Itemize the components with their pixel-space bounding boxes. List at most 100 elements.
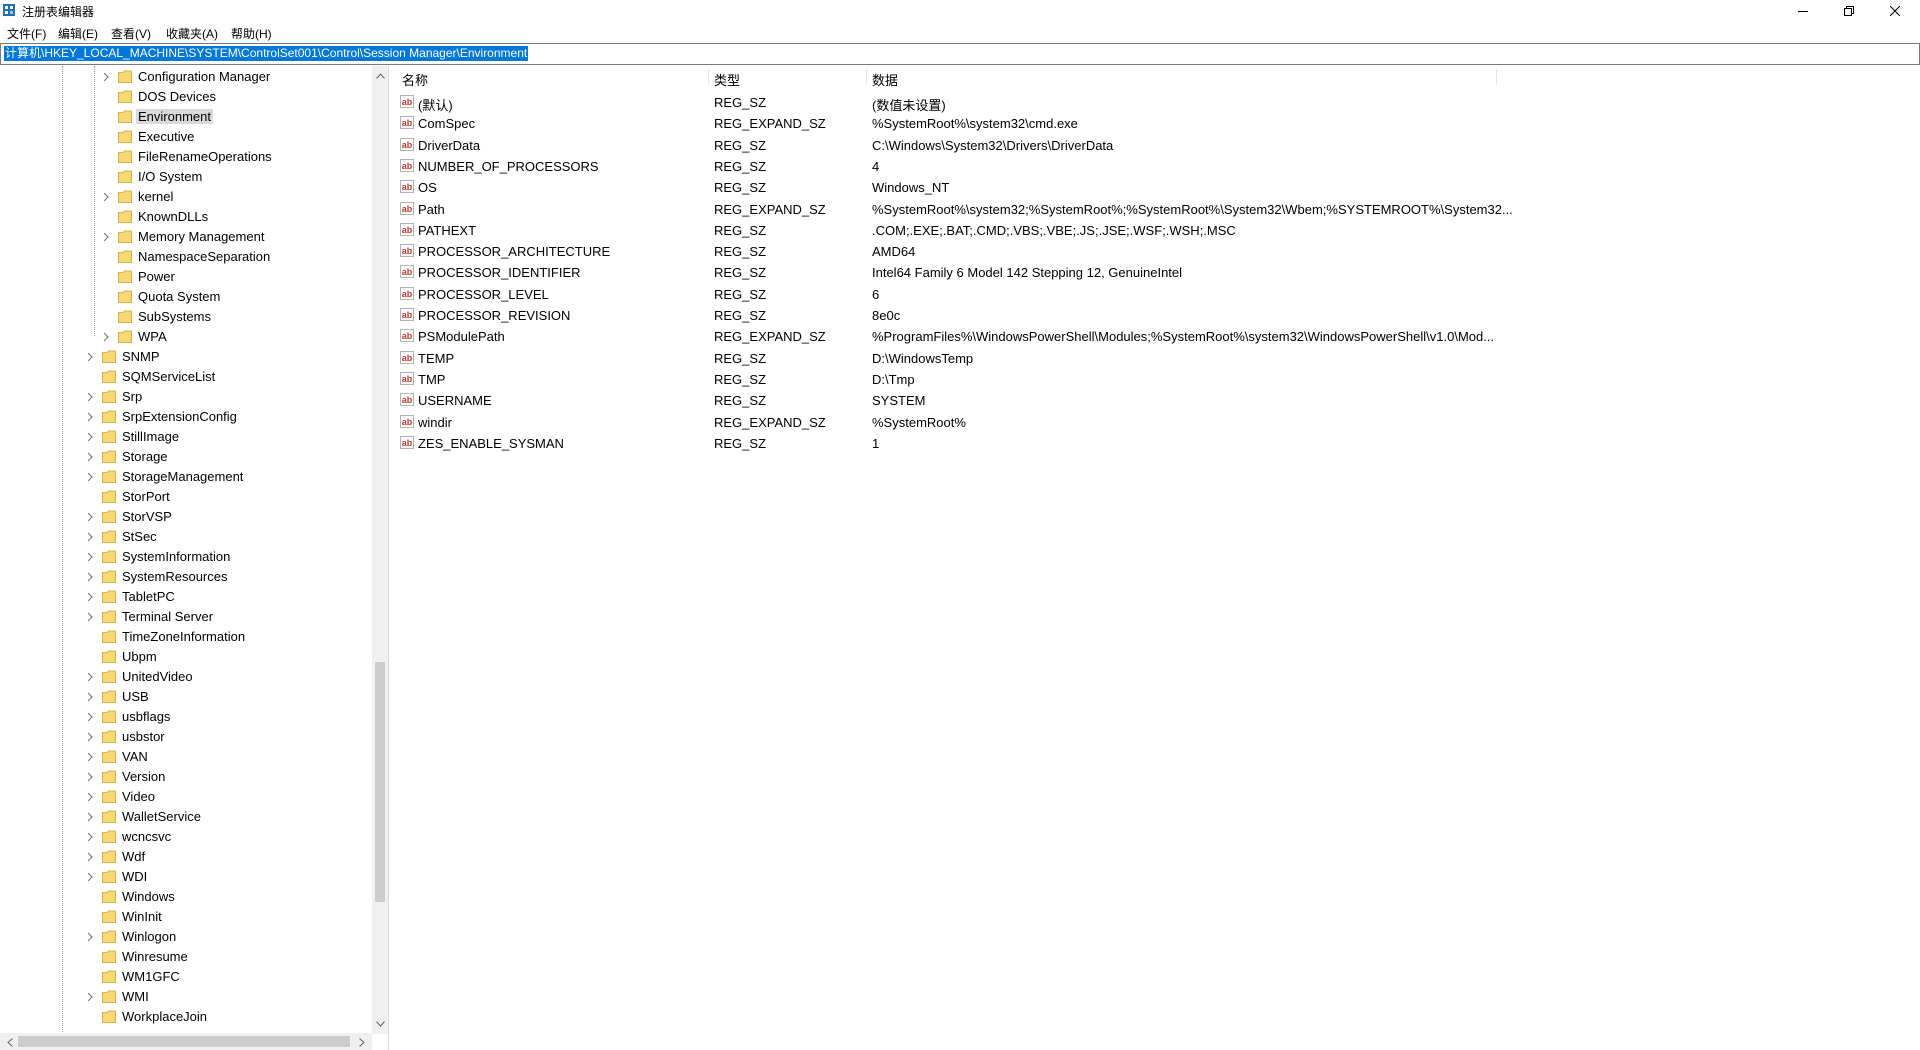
chevron-right-icon[interactable] — [86, 812, 94, 822]
tree-item[interactable]: Storage — [0, 447, 372, 467]
menu-file[interactable]: 文件(F) — [7, 25, 46, 42]
table-row[interactable]: ab PROCESSOR_LEVEL REG_SZ 6 — [394, 284, 1894, 305]
chevron-right-icon[interactable] — [86, 692, 94, 702]
chevron-right-icon[interactable] — [86, 712, 94, 722]
table-row[interactable]: ab DriverData REG_SZ C:\Windows\System32\Dr… — [394, 135, 1894, 156]
tree-item[interactable]: wcncsvc — [0, 827, 372, 847]
column-header-type[interactable]: 类型 — [714, 70, 740, 89]
tree-item[interactable]: KnownDLLs — [0, 207, 372, 227]
tree-item[interactable]: SNMP — [0, 347, 372, 367]
close-button[interactable] — [1872, 0, 1918, 22]
tree-item[interactable]: WDI — [0, 867, 372, 887]
tree-item[interactable]: USB — [0, 687, 372, 707]
chevron-right-icon[interactable] — [86, 872, 94, 882]
chevron-right-icon[interactable] — [86, 432, 94, 442]
tree-item[interactable]: Winlogon — [0, 927, 372, 947]
table-row[interactable]: ab ComSpec REG_EXPAND_SZ %SystemRoot%\syste… — [394, 113, 1894, 134]
chevron-right-icon[interactable] — [102, 232, 110, 242]
tree-item[interactable]: Terminal Server — [0, 607, 372, 627]
tree-item[interactable]: Power — [0, 267, 372, 287]
tree-item[interactable]: StorageManagement — [0, 467, 372, 487]
chevron-right-icon[interactable] — [102, 192, 110, 202]
table-row[interactable]: ab USERNAME REG_SZ SYSTEM — [394, 390, 1894, 411]
menu-edit[interactable]: 编辑(E) — [58, 25, 98, 42]
chevron-right-icon[interactable] — [86, 532, 94, 542]
tree-item[interactable]: Executive — [0, 127, 372, 147]
tree-item[interactable]: Memory Management — [0, 227, 372, 247]
tree-item[interactable]: WPA — [0, 327, 372, 347]
column-header-name[interactable]: 名称 — [402, 70, 428, 89]
minimize-button[interactable] — [1780, 0, 1826, 22]
chevron-right-icon[interactable] — [86, 472, 94, 482]
chevron-right-icon[interactable] — [86, 672, 94, 682]
tree-item[interactable]: Version — [0, 767, 372, 787]
tree-item[interactable]: WinInit — [0, 907, 372, 927]
table-row[interactable]: ab TEMP REG_SZ D:\WindowsTemp — [394, 348, 1894, 369]
chevron-right-icon[interactable] — [86, 772, 94, 782]
restore-button[interactable] — [1826, 0, 1872, 22]
table-row[interactable]: ab ZES_ENABLE_SYSMAN REG_SZ 1 — [394, 433, 1894, 454]
chevron-right-icon[interactable] — [86, 932, 94, 942]
chevron-right-icon[interactable] — [86, 792, 94, 802]
tree-item[interactable]: TabletPC — [0, 587, 372, 607]
table-row[interactable]: ab windir REG_EXPAND_SZ %SystemRoot% — [394, 412, 1894, 433]
chevron-right-icon[interactable] — [86, 512, 94, 522]
tree-item[interactable]: VAN — [0, 747, 372, 767]
column-divider[interactable] — [866, 69, 867, 85]
tree-item[interactable]: Windows — [0, 887, 372, 907]
table-row[interactable]: ab PATHEXT REG_SZ .COM;.EXE;.BAT;.CMD;.VBS;… — [394, 220, 1894, 241]
chevron-right-icon[interactable] — [86, 352, 94, 362]
column-divider[interactable] — [708, 69, 709, 85]
tree-item[interactable]: Video — [0, 787, 372, 807]
tree-item[interactable]: SystemResources — [0, 567, 372, 587]
table-row[interactable]: ab PROCESSOR_ARCHITECTURE REG_SZ AMD64 — [394, 241, 1894, 262]
tree-item[interactable]: Quota System — [0, 287, 372, 307]
chevron-right-icon[interactable] — [86, 392, 94, 402]
scroll-up-arrow[interactable] — [372, 68, 388, 84]
address-bar[interactable]: 计算机\HKEY_LOCAL_MACHINE\SYSTEM\ControlSet… — [0, 43, 1920, 65]
chevron-right-icon[interactable] — [86, 612, 94, 622]
table-row[interactable]: ab NUMBER_OF_PROCESSORS REG_SZ 4 — [394, 156, 1894, 177]
tree-item[interactable]: WalletService — [0, 807, 372, 827]
table-row[interactable]: ab PROCESSOR_IDENTIFIER REG_SZ Intel64 Fami… — [394, 262, 1894, 283]
tree-item[interactable]: Winresume — [0, 947, 372, 967]
tree-item[interactable]: StorVSP — [0, 507, 372, 527]
table-row[interactable]: ab PSModulePath REG_EXPAND_SZ %ProgramFiles… — [394, 326, 1894, 347]
chevron-right-icon[interactable] — [86, 552, 94, 562]
table-row[interactable]: ab TMP REG_SZ D:\Tmp — [394, 369, 1894, 390]
registry-tree[interactable]: Configuration Manager DOS Devices Environm… — [0, 66, 389, 1050]
scroll-down-arrow[interactable] — [372, 1016, 388, 1032]
scroll-left-arrow[interactable] — [2, 1034, 18, 1050]
tree-item[interactable]: Ubpm — [0, 647, 372, 667]
tree-item[interactable]: Configuration Manager — [0, 67, 372, 87]
chevron-right-icon[interactable] — [86, 412, 94, 422]
scroll-right-arrow[interactable] — [354, 1034, 370, 1050]
menu-help[interactable]: 帮助(H) — [231, 25, 272, 42]
table-row[interactable]: ab OS REG_SZ Windows_NT — [394, 177, 1894, 198]
table-row[interactable]: ab (默认) REG_SZ (数值未设置) — [394, 92, 1894, 113]
tree-item[interactable]: StSec — [0, 527, 372, 547]
chevron-right-icon[interactable] — [86, 992, 94, 1002]
chevron-right-icon[interactable] — [102, 72, 110, 82]
tree-vertical-scroll-thumb[interactable] — [375, 662, 385, 902]
tree-item[interactable]: DOS Devices — [0, 87, 372, 107]
tree-item[interactable]: NamespaceSeparation — [0, 247, 372, 267]
tree-item[interactable]: WM1GFC — [0, 967, 372, 987]
tree-item[interactable]: StorPort — [0, 487, 372, 507]
tree-item[interactable]: I/O System — [0, 167, 372, 187]
chevron-right-icon[interactable] — [86, 732, 94, 742]
column-header-data[interactable]: 数据 — [872, 70, 898, 89]
tree-item[interactable]: SubSystems — [0, 307, 372, 327]
tree-item[interactable]: WMI — [0, 987, 372, 1007]
chevron-right-icon[interactable] — [86, 592, 94, 602]
table-row[interactable]: ab PROCESSOR_REVISION REG_SZ 8e0c — [394, 305, 1894, 326]
chevron-right-icon[interactable] — [86, 752, 94, 762]
tree-item[interactable]: UnitedVideo — [0, 667, 372, 687]
chevron-right-icon[interactable] — [86, 452, 94, 462]
tree-item[interactable]: usbstor — [0, 727, 372, 747]
chevron-right-icon[interactable] — [86, 832, 94, 842]
column-divider[interactable] — [1496, 69, 1497, 85]
tree-item[interactable]: WorkplaceJoin — [0, 1007, 372, 1027]
tree-item[interactable]: FileRenameOperations — [0, 147, 372, 167]
tree-item[interactable]: Srp — [0, 387, 372, 407]
